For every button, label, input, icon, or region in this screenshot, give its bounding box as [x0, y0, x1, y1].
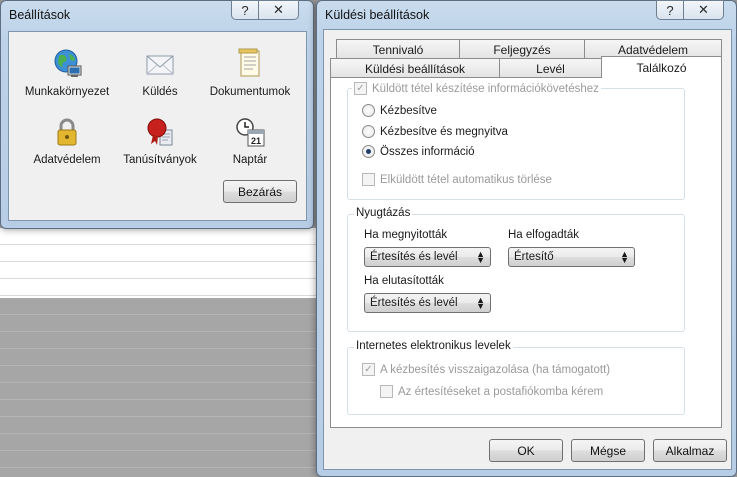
tab-todo[interactable]: Tennivaló — [336, 39, 460, 59]
if-accepted-label: Ha elfogadták — [508, 229, 579, 241]
certificates-label: Tanúsítványok — [123, 154, 197, 166]
send-item[interactable]: Küldés — [110, 48, 210, 98]
if-opened-value: Értesítés és levél — [370, 251, 458, 263]
send-options-dialog: Küldési beállítások ? ✕ Tennivaló Feljeg… — [316, 0, 737, 477]
internet-mail-title: Internetes elektronikus levelek — [354, 340, 513, 352]
appointment-tab-panel: ✓ Küldött tétel készítése információköve… — [330, 77, 722, 428]
updown-arrow-icon: ▲ ▼ — [620, 249, 629, 265]
close-icon: ✕ — [273, 2, 284, 17]
mailbox-notify-checkbox[interactable] — [380, 385, 393, 398]
delivery-receipt-option[interactable]: ✓ A kézbesítés visszaigazolása (ha támog… — [362, 363, 610, 376]
question-mark-icon: ? — [241, 2, 249, 18]
certificates-item[interactable]: Tanúsítványok — [110, 116, 210, 166]
updown-arrow-icon: ▲ ▼ — [476, 295, 485, 311]
if-opened-select[interactable]: Értesítés és levél ▲ ▼ — [364, 247, 491, 267]
close-window-button[interactable]: ✕ — [259, 0, 299, 20]
delivered-opened-radio[interactable] — [362, 125, 375, 138]
auto-delete-option[interactable]: Elküldött tétel automatikus törlése — [362, 173, 552, 186]
tracking-group: ✓ Küldött tétel készítése információköve… — [347, 82, 685, 200]
help-button[interactable]: ? — [656, 0, 684, 20]
internet-mail-group: Internetes elektronikus levelek ✓ A kézb… — [347, 340, 685, 415]
acknowledgement-group: Nyugtázás Ha megnyitották Értesítés és l… — [347, 207, 685, 332]
send-options-title: Küldési beállítások — [325, 8, 430, 22]
ok-button[interactable]: OK — [489, 439, 563, 462]
delivery-receipt-checkbox[interactable]: ✓ — [362, 363, 375, 376]
delivered-opened-option[interactable]: Kézbesítve és megnyitva — [362, 125, 508, 138]
mailbox-notify-label: Az értesítéseket a postafiókomba kérem — [398, 385, 604, 398]
delivery-receipt-label: A kézbesítés visszaigazolása (ha támogat… — [380, 363, 611, 376]
calendar-clock-icon: 21 — [234, 116, 266, 148]
delivered-label: Kézbesítve — [380, 104, 437, 117]
globe-computer-icon — [51, 48, 83, 80]
acknowledgement-title: Nyugtázás — [354, 207, 413, 219]
question-mark-icon: ? — [666, 2, 674, 18]
tracking-checkbox-row[interactable]: ✓ Küldött tétel készítése információköve… — [352, 82, 601, 95]
background-striped-area — [0, 298, 320, 477]
all-info-label: Összes információ — [380, 145, 475, 158]
tab-note[interactable]: Feljegyzés — [459, 39, 585, 59]
certificate-seal-icon — [144, 116, 176, 148]
close-icon: ✕ — [698, 2, 709, 17]
all-info-radio[interactable] — [362, 145, 375, 158]
workspace-label: Munkakörnyezet — [24, 86, 110, 98]
delivered-opened-label: Kézbesítve és megnyitva — [380, 125, 508, 138]
auto-delete-label: Elküldött tétel automatikus törlése — [380, 173, 552, 186]
apply-button[interactable]: Alkalmaz — [653, 439, 727, 462]
delivered-radio[interactable] — [362, 104, 375, 117]
if-declined-select[interactable]: Értesítés és levél ▲ ▼ — [364, 293, 491, 313]
tracking-checkbox[interactable]: ✓ — [354, 82, 367, 95]
if-declined-label: Ha elutasították — [364, 275, 444, 287]
help-button[interactable]: ? — [231, 0, 259, 20]
documents-label: Dokumentumok — [209, 86, 291, 98]
close-button[interactable]: Bezárás — [223, 180, 297, 203]
delivered-option[interactable]: Kézbesítve — [362, 104, 437, 117]
documents-item[interactable]: Dokumentumok — [200, 48, 300, 98]
calendar-day-number: 21 — [251, 136, 261, 146]
tab-mail[interactable]: Levél — [499, 58, 602, 78]
if-opened-label: Ha megnyitották — [364, 229, 448, 241]
if-accepted-select[interactable]: Értesítő ▲ ▼ — [508, 247, 635, 267]
privacy-label: Adatvédelem — [33, 154, 101, 166]
padlock-icon — [51, 116, 83, 148]
tab-appointment[interactable]: Találkozó — [601, 56, 722, 78]
workspace-item[interactable]: Munkakörnyezet — [17, 48, 117, 98]
send-label: Küldés — [142, 86, 178, 98]
close-window-button[interactable]: ✕ — [684, 0, 724, 20]
tab-send-options[interactable]: Küldési beállítások — [330, 58, 500, 78]
settings-dialog-body: Munkakörnyezet Küldés Dokumentumok Adatv… — [8, 31, 307, 221]
calendar-label: Naptár — [232, 154, 268, 166]
if-declined-value: Értesítés és levél — [370, 297, 458, 309]
background-list-area — [0, 228, 320, 298]
privacy-item[interactable]: Adatvédelem — [17, 116, 117, 166]
envelope-icon — [144, 48, 176, 80]
tracking-label: Küldött tétel készítése információköveté… — [372, 82, 599, 95]
settings-dialog: Beállítások ? ✕ Munkakörnyezet Küldés Do… — [0, 0, 314, 229]
all-info-option[interactable]: Összes információ — [362, 145, 475, 158]
if-accepted-value: Értesítő — [514, 251, 554, 263]
auto-delete-checkbox[interactable] — [362, 173, 375, 186]
send-options-body: Tennivaló Feljegyzés Adatvédelem Küldési… — [323, 29, 732, 470]
calendar-item[interactable]: 21 Naptár — [200, 116, 300, 166]
document-icon — [234, 48, 266, 80]
cancel-button[interactable]: Mégse — [571, 439, 645, 462]
settings-dialog-title: Beállítások — [9, 8, 71, 22]
updown-arrow-icon: ▲ ▼ — [476, 249, 485, 265]
mailbox-notify-option[interactable]: Az értesítéseket a postafiókomba kérem — [380, 385, 603, 398]
